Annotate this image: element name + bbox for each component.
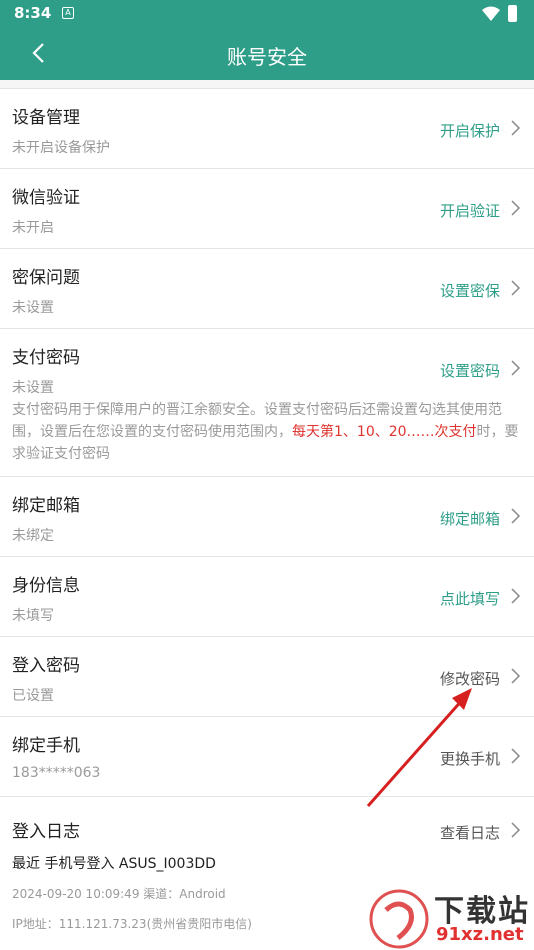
chevron-right-icon xyxy=(511,360,521,376)
row-title: 登入密码 xyxy=(12,656,80,676)
chevron-right-icon xyxy=(511,280,521,296)
app-bar: 账号安全 xyxy=(0,28,534,80)
row-subtitle: 183*****063 xyxy=(12,765,101,781)
row-title: 密保问题 xyxy=(12,268,80,288)
set-payment-password-button[interactable]: 设置密码 xyxy=(440,360,500,381)
wifi-icon xyxy=(482,6,500,21)
view-log-button[interactable]: 查看日志 xyxy=(440,822,500,843)
row-bind-email[interactable]: 绑定邮箱 未绑定 绑定邮箱 xyxy=(0,477,534,557)
row-subtitle: 未绑定 xyxy=(12,528,54,544)
row-subtitle: 未开启 xyxy=(12,220,54,236)
chevron-right-icon xyxy=(511,508,521,524)
row-title: 支付密码 xyxy=(12,348,80,368)
enable-verification-button[interactable]: 开启验证 xyxy=(440,200,500,221)
login-log-recent: 最近 手机号登入 ASUS_I003DD xyxy=(12,856,216,872)
status-time: 8:34 xyxy=(14,4,52,22)
chevron-right-icon xyxy=(511,668,521,684)
bind-email-button[interactable]: 绑定邮箱 xyxy=(440,508,500,529)
row-subtitle: 已设置 xyxy=(12,688,54,704)
row-title: 绑定手机 xyxy=(12,736,80,756)
chevron-right-icon xyxy=(511,822,521,838)
row-identity-info[interactable]: 身份信息 未填写 点此填写 xyxy=(0,557,534,637)
payment-password-description: 支付密码用于保障用户的晋江余额安全。设置支付密码后还需设置勾选其使用范围，设置后… xyxy=(12,399,524,465)
notification-app-icon: A xyxy=(62,7,74,19)
row-subtitle: 未填写 xyxy=(12,608,54,624)
row-device-management[interactable]: 设备管理 未开启设备保护 开启保护 xyxy=(0,89,534,169)
row-title: 微信验证 xyxy=(12,188,80,208)
settings-list: 设备管理 未开启设备保护 开启保护 微信验证 未开启 开启验证 密保问题 未设置… xyxy=(0,80,534,945)
set-security-question-button[interactable]: 设置密保 xyxy=(440,280,500,301)
chevron-right-icon xyxy=(511,200,521,216)
row-subtitle: 未设置 xyxy=(12,380,54,396)
row-security-question[interactable]: 密保问题 未设置 设置密保 xyxy=(0,249,534,329)
chevron-right-icon xyxy=(511,588,521,604)
status-bar: 8:34 A xyxy=(0,0,534,28)
watermark-url: 91xz.net xyxy=(436,924,524,945)
enable-protection-button[interactable]: 开启保护 xyxy=(440,120,500,141)
row-subtitle: 未设置 xyxy=(12,300,54,316)
battery-icon xyxy=(508,5,517,22)
list-top-divider xyxy=(0,80,534,89)
row-payment-password[interactable]: 支付密码 未设置 设置密码 支付密码用于保障用户的晋江余额安全。设置支付密码后还… xyxy=(0,329,534,477)
desc-highlight: 每天第1、10、20……次支付 xyxy=(292,424,477,440)
chevron-right-icon xyxy=(511,748,521,764)
row-title: 登入日志 xyxy=(12,822,80,842)
login-log-time-channel: 2024-09-20 10:09:49 渠道：Android xyxy=(12,887,226,901)
chevron-right-icon xyxy=(511,120,521,136)
row-subtitle: 未开启设备保护 xyxy=(12,140,110,156)
watermark-logo-icon xyxy=(369,889,429,949)
row-title: 绑定邮箱 xyxy=(12,496,80,516)
row-title: 身份信息 xyxy=(12,576,80,596)
row-title: 设备管理 xyxy=(12,108,80,128)
annotation-arrow-icon xyxy=(366,688,472,807)
fill-identity-button[interactable]: 点此填写 xyxy=(440,588,500,609)
watermark: 下载站 91xz.net xyxy=(368,884,534,950)
login-log-ip: IP地址：111.121.73.23(贵州省贵阳市电信) xyxy=(12,917,252,931)
page-title: 账号安全 xyxy=(227,45,307,69)
row-wechat-verify[interactable]: 微信验证 未开启 开启验证 xyxy=(0,169,534,249)
